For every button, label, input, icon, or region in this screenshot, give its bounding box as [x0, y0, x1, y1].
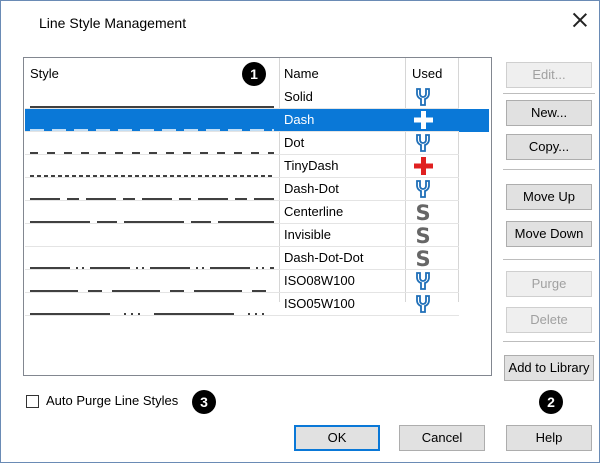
line-style-name: Invisible	[284, 227, 331, 242]
callout-marker-2: 2	[539, 390, 563, 414]
auto-purge-checkbox[interactable]	[26, 395, 39, 408]
header-style[interactable]: Style	[30, 66, 59, 81]
line-style-name: Dash-Dot-Dot	[284, 250, 364, 265]
wrench-icon	[412, 271, 434, 291]
svg-text:S: S	[415, 202, 430, 222]
svg-text:S: S	[415, 248, 430, 268]
line-style-preview	[30, 166, 274, 177]
table-row[interactable]: Centerline S	[25, 201, 489, 225]
line-style-preview	[30, 143, 274, 154]
auto-purge-label: Auto Purge Line Styles	[46, 393, 179, 408]
table-row[interactable]: TinyDash	[25, 155, 489, 178]
plus-icon	[412, 156, 434, 176]
line-style-preview	[30, 97, 274, 108]
line-style-preview	[30, 235, 274, 237]
line-style-name: Dash	[284, 112, 315, 127]
table-row[interactable]: Invisible S	[25, 224, 489, 248]
move-up-button[interactable]: Move Up	[506, 184, 592, 210]
wrench-icon	[412, 133, 434, 153]
callout-marker-3: 3	[192, 390, 216, 414]
close-icon[interactable]	[571, 11, 589, 29]
line-style-management-dialog: Line Style Management Style Name Used So…	[0, 0, 600, 463]
line-style-preview	[30, 120, 274, 131]
wrench-icon	[412, 294, 434, 314]
line-style-name: ISO08W100	[284, 273, 355, 288]
move-down-button[interactable]: Move Down	[506, 221, 592, 247]
line-style-preview	[30, 258, 274, 269]
add-to-library-button[interactable]: Add to Library	[504, 355, 594, 381]
line-style-table[interactable]: Style Name Used Solid Dash Dot TinyDash Dash…	[23, 57, 492, 376]
line-style-name: TinyDash	[284, 158, 339, 173]
status-s-icon: S	[412, 224, 434, 248]
purge-button[interactable]: Purge	[506, 271, 592, 297]
help-button[interactable]: Help	[506, 425, 592, 451]
line-style-name: Solid	[284, 89, 313, 104]
wrench-icon	[412, 87, 434, 107]
line-style-name: ISO05W100	[284, 296, 355, 311]
button-separator	[503, 259, 595, 260]
edit-button[interactable]: Edit...	[506, 62, 592, 88]
line-style-preview	[30, 189, 274, 200]
header-used[interactable]: Used	[412, 66, 442, 81]
table-row[interactable]: ISO08W100	[25, 270, 489, 293]
line-style-preview	[30, 304, 274, 315]
line-style-preview	[30, 281, 274, 292]
table-row[interactable]: ISO05W100	[25, 293, 489, 316]
line-style-name: Dot	[284, 135, 305, 150]
table-row[interactable]: Solid	[25, 86, 489, 109]
svg-text:S: S	[415, 225, 430, 245]
status-s-icon: S	[412, 201, 434, 225]
ok-button[interactable]: OK	[294, 425, 380, 451]
row-divider	[25, 315, 459, 316]
dialog-title: Line Style Management	[39, 15, 187, 31]
line-style-preview	[30, 212, 274, 223]
table-row[interactable]: Dash	[25, 109, 489, 132]
plus-icon	[412, 110, 434, 130]
header-name[interactable]: Name	[284, 66, 319, 81]
table-row[interactable]: Dash-Dot	[25, 178, 489, 201]
status-s-icon: S	[412, 247, 434, 271]
delete-button[interactable]: Delete	[506, 307, 592, 333]
table-row[interactable]: Dash-Dot-Dot S	[25, 247, 489, 271]
line-style-name: Dash-Dot	[284, 181, 339, 196]
line-style-name: Centerline	[284, 204, 344, 219]
wrench-icon	[412, 179, 434, 199]
button-separator	[503, 169, 595, 170]
button-separator	[503, 341, 595, 342]
callout-marker-1: 1	[242, 62, 266, 86]
button-separator	[503, 93, 595, 94]
copy-button[interactable]: Copy...	[506, 134, 592, 160]
table-row[interactable]: Dot	[25, 132, 489, 155]
cancel-button[interactable]: Cancel	[399, 425, 485, 451]
new-button[interactable]: New...	[506, 100, 592, 126]
